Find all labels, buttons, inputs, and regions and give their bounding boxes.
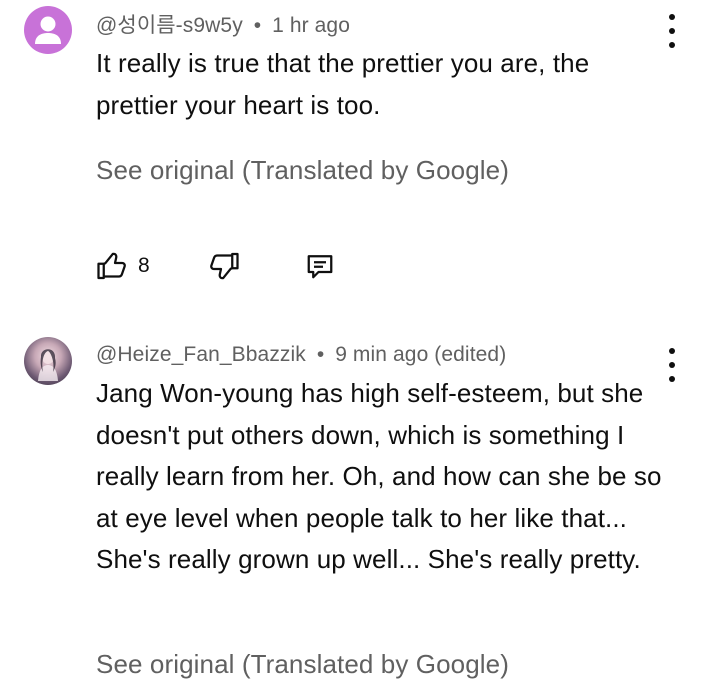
comment-2: @Heize_Fan_Bbazzik • 9 min ago (edited) … [0,300,719,684]
avatar[interactable] [24,337,72,385]
reply-button[interactable] [302,246,338,286]
thumbs-down-icon [210,252,239,280]
author-handle[interactable]: @Heize_Fan_Bbazzik [96,343,306,366]
timestamp[interactable]: 9 min ago [335,343,428,366]
comment-1: @성이름-s9w5y • 1 hr ago It really is true … [0,0,719,300]
comment-text: It really is true that the prettier you … [96,48,590,120]
edited-label: (edited) [434,343,507,366]
avatar[interactable] [24,6,72,54]
more-vertical-icon[interactable] [662,14,682,48]
comment-meta: @Heize_Fan_Bbazzik • 9 min ago (edited) [96,343,506,367]
thumbs-up-icon [97,252,126,280]
separator-dot: • [253,14,262,37]
reply-comment-icon [307,255,333,279]
person-icon [35,16,61,44]
author-handle[interactable]: @성이름-s9w5y [96,14,243,37]
see-original-link[interactable]: See original (Translated by Google) [96,155,509,186]
comment-text: Jang Won-young has high self-esteem, but… [96,378,662,574]
dislike-button[interactable] [206,246,242,286]
see-original-link[interactable]: See original (Translated by Google) [96,649,509,680]
profile-photo-icon [38,349,58,381]
like-button[interactable]: 8 [94,246,150,286]
comment-meta: @성이름-s9w5y • 1 hr ago [96,9,350,39]
separator-dot: • [316,343,325,366]
timestamp[interactable]: 1 hr ago [272,14,350,37]
like-count: 8 [138,254,150,277]
